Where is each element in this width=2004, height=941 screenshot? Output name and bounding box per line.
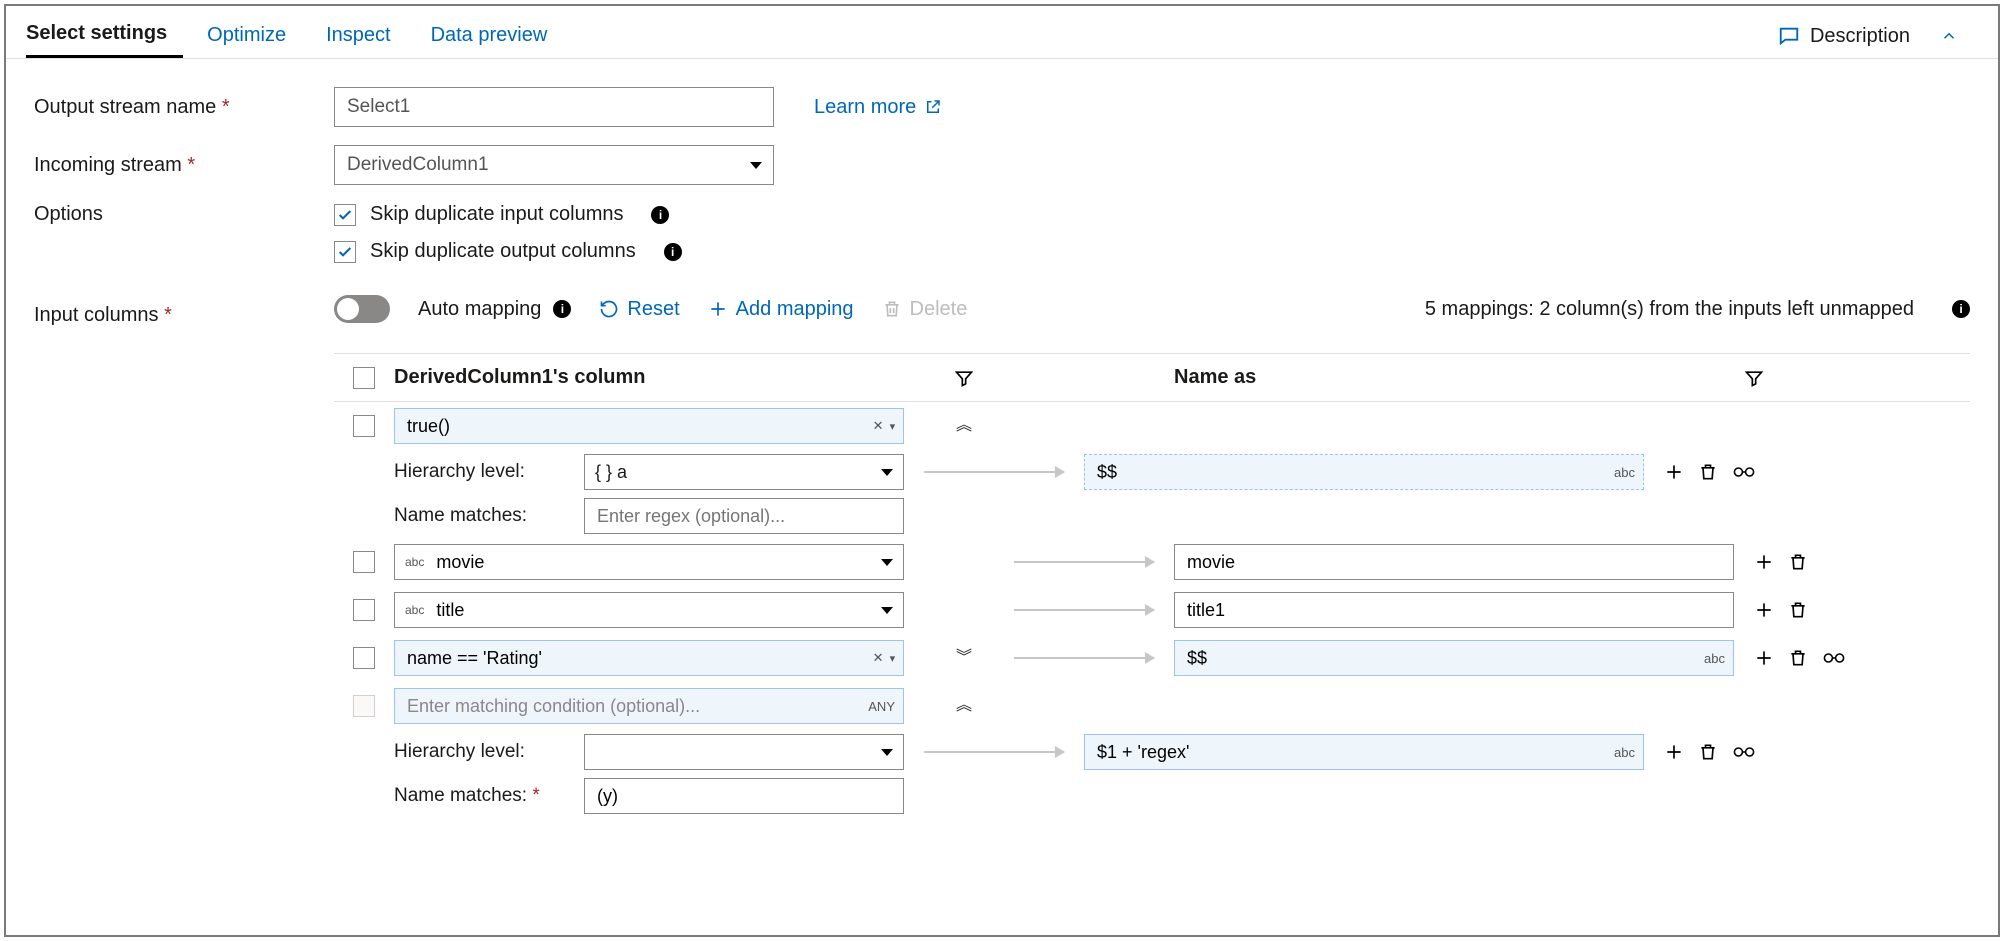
trash-icon[interactable] bbox=[1788, 648, 1808, 668]
arrow-icon bbox=[1014, 657, 1154, 659]
link-icon[interactable] bbox=[1732, 742, 1756, 762]
name-as-input[interactable]: abc bbox=[1084, 734, 1644, 770]
trash-icon bbox=[882, 299, 902, 319]
name-matches-input[interactable] bbox=[595, 505, 893, 528]
skip-dup-input-checkbox[interactable] bbox=[334, 204, 356, 226]
plus-icon[interactable] bbox=[1754, 552, 1774, 572]
incoming-stream-label: Incoming stream bbox=[34, 154, 334, 177]
description-label: Description bbox=[1810, 25, 1910, 48]
hierarchy-level-label: Hierarchy level: bbox=[394, 741, 584, 763]
incoming-stream-select[interactable] bbox=[334, 145, 774, 185]
arrow-icon bbox=[924, 751, 1064, 753]
output-stream-label: Output stream name bbox=[34, 96, 334, 119]
name-matches-label: Name matches: bbox=[394, 505, 584, 527]
tab-optimize[interactable]: Optimize bbox=[207, 16, 302, 57]
row-checkbox[interactable] bbox=[353, 599, 375, 621]
plus-icon[interactable] bbox=[1754, 648, 1774, 668]
plus-icon[interactable] bbox=[1664, 462, 1684, 482]
input-columns-label: Input columns bbox=[34, 304, 334, 327]
mapping-status: 5 mappings: 2 column(s) from the inputs … bbox=[1425, 298, 1970, 321]
column-header-source: DerivedColumn1's column bbox=[394, 366, 934, 389]
reset-icon bbox=[599, 299, 619, 319]
plus-icon bbox=[708, 299, 728, 319]
name-as-input[interactable]: abc bbox=[1084, 454, 1644, 490]
row-checkbox[interactable] bbox=[353, 647, 375, 669]
info-icon[interactable]: i bbox=[651, 206, 669, 224]
add-mapping-button[interactable]: Add mapping bbox=[708, 298, 854, 321]
matching-condition-input[interactable]: ANY bbox=[394, 688, 904, 724]
collapse-icon[interactable]: ︽ bbox=[956, 421, 972, 431]
hierarchy-level-select[interactable] bbox=[584, 734, 904, 770]
select-all-checkbox[interactable] bbox=[353, 367, 375, 389]
trash-icon[interactable] bbox=[1788, 552, 1808, 572]
hierarchy-level-label: Hierarchy level: bbox=[394, 461, 584, 483]
tab-bar: Select settings Optimize Inspect Data pr… bbox=[6, 6, 1998, 59]
learn-more-link[interactable]: Learn more bbox=[814, 96, 942, 119]
link-icon[interactable] bbox=[1822, 648, 1846, 668]
plus-icon[interactable] bbox=[1754, 600, 1774, 620]
name-matches-input[interactable] bbox=[595, 785, 893, 808]
source-expression-input[interactable]: ✕▾ bbox=[394, 408, 904, 444]
reset-button[interactable]: Reset bbox=[599, 298, 679, 321]
skip-dup-input-label: Skip duplicate input columns bbox=[370, 203, 623, 226]
auto-mapping-label: Auto mapping bbox=[418, 298, 541, 321]
delete-button: Delete bbox=[882, 298, 968, 321]
collapse-icon[interactable]: ︽ bbox=[956, 701, 972, 711]
external-link-icon bbox=[924, 98, 942, 116]
name-matches-label: Name matches: bbox=[394, 785, 584, 807]
source-column-select[interactable]: abc bbox=[394, 544, 904, 580]
info-icon[interactable]: i bbox=[553, 300, 571, 318]
output-stream-input[interactable] bbox=[334, 87, 774, 127]
name-as-input[interactable] bbox=[1174, 544, 1734, 580]
link-icon[interactable] bbox=[1732, 462, 1756, 482]
trash-icon[interactable] bbox=[1788, 600, 1808, 620]
info-icon[interactable]: i bbox=[1952, 300, 1970, 318]
row-checkbox[interactable] bbox=[353, 551, 375, 573]
source-expression-input[interactable]: ✕▾ bbox=[394, 640, 904, 676]
trash-icon[interactable] bbox=[1698, 742, 1718, 762]
filter-icon[interactable] bbox=[1744, 368, 1764, 388]
column-header-name-as: Name as bbox=[1174, 366, 1734, 389]
row-checkbox bbox=[353, 695, 375, 717]
arrow-icon bbox=[1014, 609, 1154, 611]
tab-data-preview[interactable]: Data preview bbox=[431, 16, 564, 57]
trash-icon[interactable] bbox=[1698, 462, 1718, 482]
row-checkbox[interactable] bbox=[353, 415, 375, 437]
arrow-icon bbox=[1014, 561, 1154, 563]
source-column-select[interactable]: abc bbox=[394, 592, 904, 628]
tab-inspect[interactable]: Inspect bbox=[326, 16, 406, 57]
filter-icon[interactable] bbox=[954, 368, 974, 388]
skip-dup-output-label: Skip duplicate output columns bbox=[370, 240, 636, 263]
options-label: Options bbox=[34, 203, 334, 226]
comment-icon bbox=[1778, 25, 1800, 47]
description-toggle[interactable]: Description bbox=[1778, 25, 1978, 48]
expand-icon[interactable]: ︾ bbox=[956, 653, 972, 663]
plus-icon[interactable] bbox=[1664, 742, 1684, 762]
chevron-up-icon bbox=[1940, 27, 1958, 45]
hierarchy-level-select[interactable]: { } a bbox=[584, 454, 904, 490]
arrow-icon bbox=[924, 471, 1064, 473]
info-icon[interactable]: i bbox=[664, 243, 682, 261]
auto-mapping-toggle[interactable] bbox=[334, 295, 390, 323]
tab-select-settings[interactable]: Select settings bbox=[26, 14, 183, 58]
skip-dup-output-checkbox[interactable] bbox=[334, 241, 356, 263]
name-as-input[interactable] bbox=[1174, 592, 1734, 628]
name-as-input[interactable]: abc bbox=[1174, 640, 1734, 676]
